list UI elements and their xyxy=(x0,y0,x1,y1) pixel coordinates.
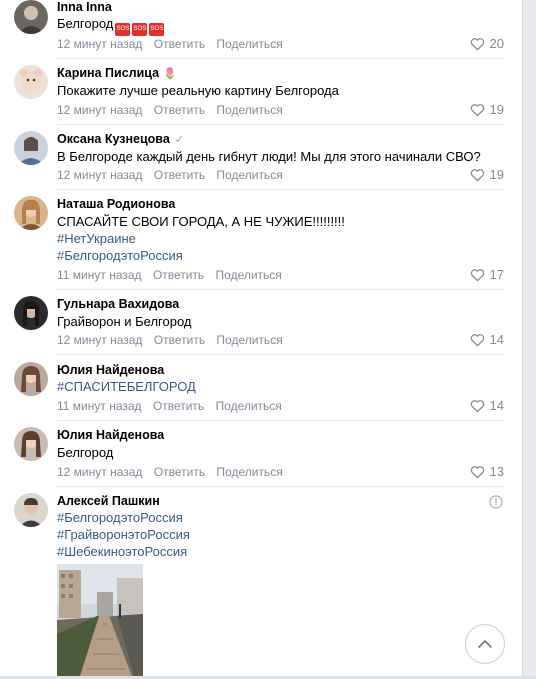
reply-button[interactable]: Ответить xyxy=(153,399,204,413)
reply-button[interactable]: Ответить xyxy=(154,168,205,182)
reply-button[interactable]: Ответить xyxy=(154,37,205,51)
like-button[interactable]: 17 xyxy=(470,267,504,282)
scroll-to-top-button[interactable] xyxy=(465,624,505,664)
hashtag-link[interactable]: #ГрайворонэтоРоссия xyxy=(57,527,190,542)
attached-photo[interactable] xyxy=(57,564,143,679)
chevron-up-icon xyxy=(478,640,492,648)
comment-time[interactable]: 12 минут назад xyxy=(57,168,142,182)
like-button[interactable]: 14 xyxy=(470,332,504,347)
comment-author[interactable]: Алексей Пашкин xyxy=(57,494,160,508)
divider xyxy=(57,289,504,290)
reply-button[interactable]: Ответить xyxy=(153,268,204,282)
like-button[interactable]: 14 xyxy=(470,398,504,413)
sos-badge: SOS xyxy=(115,23,131,36)
flower-emoji: 🌷 xyxy=(163,68,177,80)
heart-icon xyxy=(470,168,484,182)
heart-icon xyxy=(470,465,484,479)
comment-author[interactable]: Оксана Кузнецова ✓ xyxy=(57,132,184,146)
heart-icon xyxy=(470,268,484,282)
window-edge xyxy=(522,0,536,679)
heart-icon xyxy=(470,399,484,413)
like-count: 20 xyxy=(489,36,504,51)
reply-button[interactable]: Ответить xyxy=(154,103,205,117)
comment-time[interactable]: 12 минут назад xyxy=(57,465,142,479)
divider xyxy=(57,486,504,487)
comment-text: В Белгороде каждый день гибнут люди! Мы … xyxy=(57,149,481,164)
like-button[interactable]: 20 xyxy=(470,36,504,51)
comment-time[interactable]: 12 минут назад xyxy=(57,333,142,347)
comment-time[interactable]: 11 минут назад xyxy=(57,268,142,282)
like-count: 14 xyxy=(489,332,504,347)
comment-text: Покажите лучше реальную картину Белгород… xyxy=(57,83,339,98)
sos-badge: SOS xyxy=(149,23,165,36)
comment-meta: 12 минут назад Ответить Поделиться xyxy=(57,465,283,479)
share-button[interactable]: Поделиться xyxy=(216,168,282,182)
comment-author[interactable]: Наташа Родионова xyxy=(57,197,175,211)
avatar[interactable] xyxy=(14,427,48,461)
avatar[interactable] xyxy=(14,362,48,396)
comment-meta: 12 минут назад Ответить Поделиться xyxy=(57,103,283,117)
reply-button[interactable]: Ответить xyxy=(154,465,205,479)
avatar[interactable] xyxy=(14,0,48,34)
share-button[interactable]: Поделиться xyxy=(216,465,282,479)
share-button[interactable]: Поделиться xyxy=(216,333,282,347)
share-button[interactable]: Поделиться xyxy=(216,268,282,282)
reply-button[interactable]: Ответить xyxy=(154,333,205,347)
avatar[interactable] xyxy=(14,296,48,330)
like-count: 19 xyxy=(489,102,504,117)
heart-icon xyxy=(470,37,484,51)
avatar[interactable] xyxy=(14,493,48,527)
like-count: 14 xyxy=(489,398,504,413)
comment-meta: 11 минут назад Ответить Поделиться xyxy=(57,268,282,282)
divider xyxy=(57,124,504,125)
share-button[interactable]: Поделиться xyxy=(216,37,282,51)
hashtag-link[interactable]: #БелгородэтоРоссия xyxy=(57,510,183,525)
share-button[interactable]: Поделиться xyxy=(216,399,282,413)
comment-time[interactable]: 12 минут назад xyxy=(57,37,142,51)
comment-author[interactable]: Гульнара Вахидова xyxy=(57,297,179,311)
divider xyxy=(57,58,504,59)
sos-badge: SOS xyxy=(132,23,148,36)
like-count: 19 xyxy=(489,167,504,182)
like-button[interactable]: 13 xyxy=(470,464,504,479)
comment-text: СПАСАЙТЕ СВОИ ГОРОДА, А НЕ ЧУЖИЕ!!!!!!!!… xyxy=(57,214,345,229)
share-button[interactable]: Поделиться xyxy=(216,103,282,117)
hashtag-link[interactable]: #БелгородэтоРоссия xyxy=(57,248,183,263)
comment-text: Белгород SOS SOS SOS xyxy=(57,16,165,36)
comment-text: Белгород xyxy=(57,445,114,460)
heart-icon xyxy=(470,103,484,117)
avatar[interactable] xyxy=(14,131,48,165)
avatar[interactable] xyxy=(14,65,48,99)
comment-author[interactable]: Карина Пислица 🌷 xyxy=(57,66,177,80)
avatar[interactable] xyxy=(14,196,48,230)
comment-time[interactable]: 12 минут назад xyxy=(57,103,142,117)
divider xyxy=(57,189,504,190)
like-count: 17 xyxy=(489,267,504,282)
verified-icon: ✓ xyxy=(174,134,184,146)
divider xyxy=(57,354,504,355)
comment-text: Грайворон и Белгород xyxy=(57,314,192,329)
hashtag-link[interactable]: #СПАСИТЕБЕЛГОРОД xyxy=(57,379,196,394)
hashtag-link[interactable]: #НетУкраине xyxy=(57,231,136,246)
comment-time[interactable]: 11 минут назад xyxy=(57,399,142,413)
like-button[interactable]: 19 xyxy=(470,167,504,182)
comments-feed: Inna Inna Белгород SOS SOS SOS 12 минут наз… xyxy=(0,0,522,679)
like-count: 13 xyxy=(489,464,504,479)
divider xyxy=(57,420,504,421)
comment-meta: 12 минут назад Ответить Поделиться xyxy=(57,333,283,347)
comment-author[interactable]: Inna Inna xyxy=(57,0,112,14)
heart-icon xyxy=(470,333,484,347)
comment-author[interactable]: Юлия Найденова xyxy=(57,363,164,377)
comment-meta: 12 минут назад Ответить Поделиться xyxy=(57,37,283,51)
comment-meta: 12 минут назад Ответить Поделиться xyxy=(57,168,283,182)
info-icon[interactable] xyxy=(489,495,503,509)
like-button[interactable]: 19 xyxy=(470,102,504,117)
comment-author[interactable]: Юлия Найденова xyxy=(57,428,164,442)
hashtag-link[interactable]: #ШебекиноэтоРоссия xyxy=(57,544,187,559)
comment-meta: 11 минут назад Ответить Поделиться xyxy=(57,399,282,413)
